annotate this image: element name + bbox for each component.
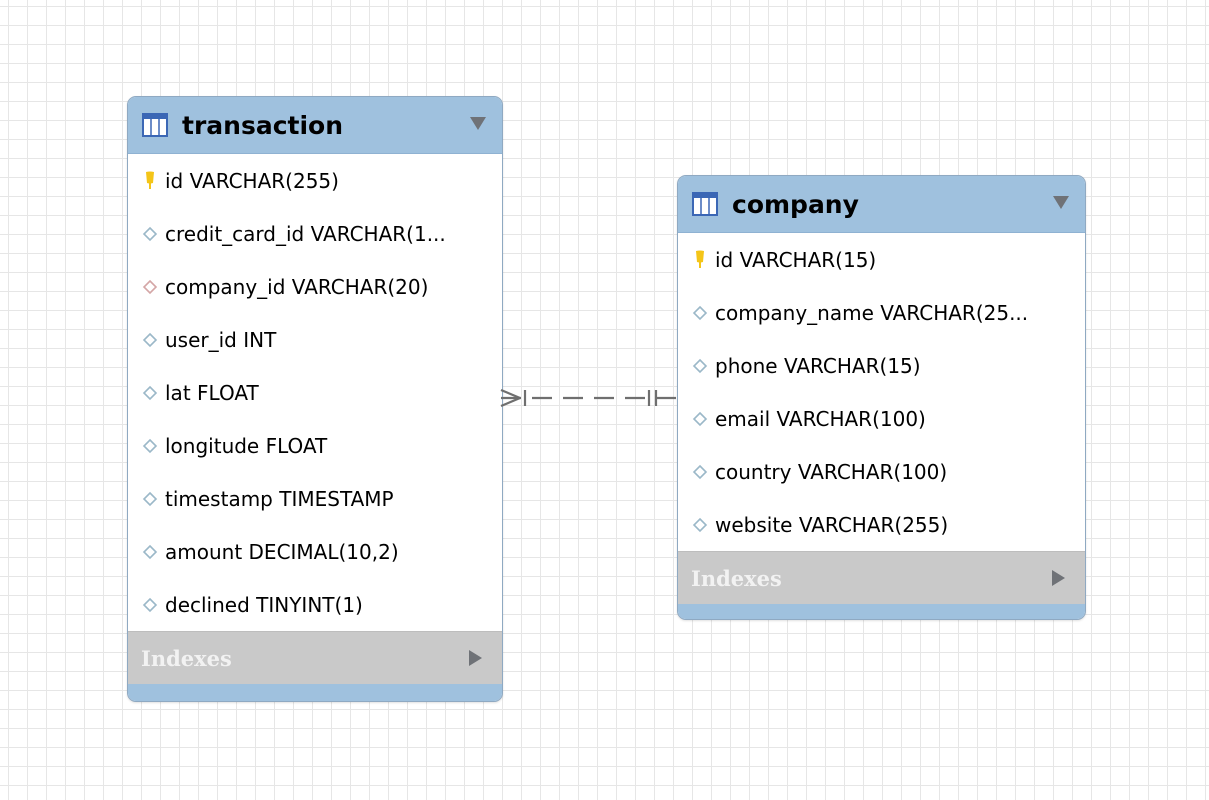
relationship-connector[interactable] [0, 0, 1209, 800]
er-diagram-canvas[interactable]: transaction id VARCHAR(255) credit_card_i… [0, 0, 1209, 800]
crow-foot-upper-prong [500, 388, 521, 400]
crow-foot-lower-prong [500, 396, 521, 408]
